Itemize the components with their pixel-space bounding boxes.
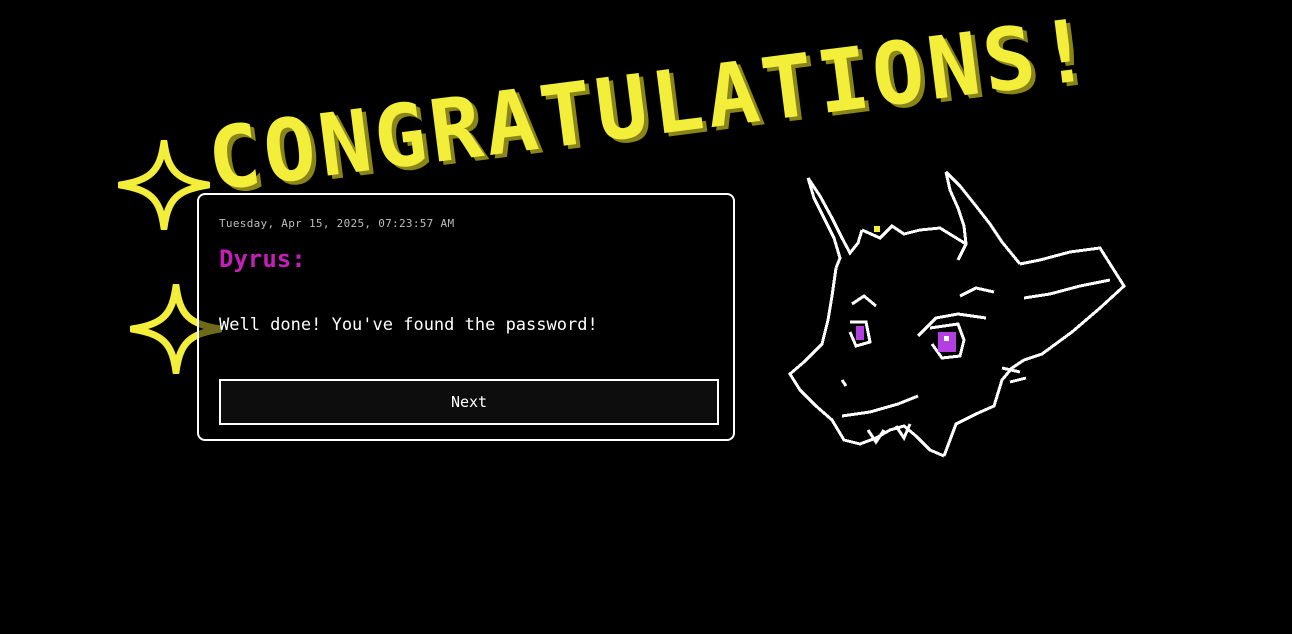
dialog-message: Well done! You've found the password!: [219, 315, 598, 335]
next-button[interactable]: Next: [219, 379, 719, 425]
dialog-box: Tuesday, Apr 15, 2025, 07:23:57 AM Dyrus…: [197, 193, 735, 441]
congratulations-screen: CONGRATULATIONS! Tuesday, Apr 15, 2025, …: [0, 0, 1292, 634]
dragon-character-icon: [780, 168, 1140, 472]
speaker-name: Dyrus:: [219, 245, 306, 273]
message-timestamp: Tuesday, Apr 15, 2025, 07:23:57 AM: [219, 217, 455, 230]
